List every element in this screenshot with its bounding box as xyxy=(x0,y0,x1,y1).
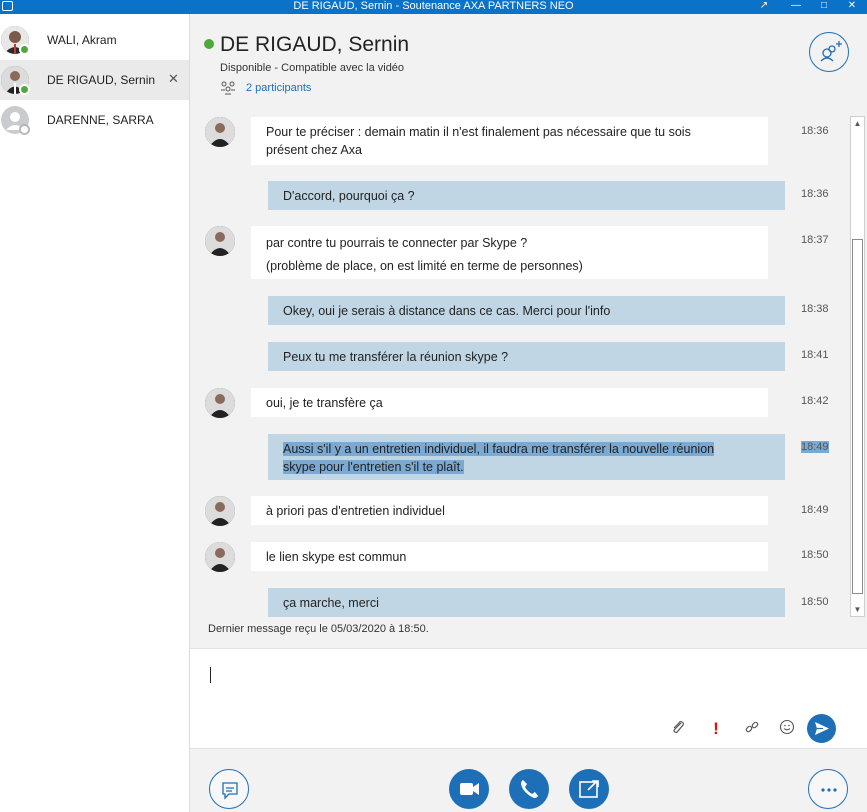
message-time: 18:50 xyxy=(801,549,829,561)
video-call-button[interactable] xyxy=(449,769,489,809)
presence-available-icon xyxy=(19,84,30,95)
more-options-button[interactable] xyxy=(808,769,848,809)
message-time: 18:36 xyxy=(801,125,829,137)
maximize-button[interactable]: □ xyxy=(818,0,830,12)
message-time: 18:38 xyxy=(801,303,829,315)
sender-avatar xyxy=(205,226,235,256)
message-bubble[interactable]: D'accord, pourquoi ça ? xyxy=(268,181,785,210)
close-conversation-icon[interactable]: ✕ xyxy=(168,71,179,87)
share-screen-button[interactable] xyxy=(569,769,609,809)
presence-available-icon xyxy=(19,44,30,55)
message-bubble[interactable]: oui, je te transfère ça xyxy=(251,388,768,417)
message-text: skype pour l'entretien s'il te plaît. xyxy=(283,460,464,474)
important-icon[interactable]: ! xyxy=(706,719,726,739)
presence-available-icon xyxy=(204,39,214,49)
message-time: 18:42 xyxy=(801,395,829,407)
present-icon xyxy=(579,780,599,798)
contact-de-rigaud[interactable]: DE RIGAUD, Sernin ✕ xyxy=(0,60,189,100)
message-time: 18:49 xyxy=(801,441,829,453)
message-bubble[interactable]: par contre tu pourrais te connecter par … xyxy=(251,226,768,279)
contact-wali[interactable]: WALI, Akram xyxy=(0,20,189,60)
contact-name: DARENNE, SARRA xyxy=(47,113,154,127)
add-people-button[interactable] xyxy=(809,32,849,72)
scroll-up-arrow-icon[interactable]: ▲ xyxy=(851,117,864,130)
emoticon-icon[interactable] xyxy=(777,719,797,739)
add-people-icon xyxy=(820,41,842,62)
message-time: 18:36 xyxy=(801,188,829,200)
message-bubble[interactable]: Okey, oui je serais à distance dans ce c… xyxy=(268,296,785,325)
contact-name: DE RIGAUD, Sernin xyxy=(47,73,156,87)
call-controls xyxy=(190,748,867,812)
message-bubble[interactable]: Pour te préciser : demain matin il n'est… xyxy=(251,117,768,165)
im-button[interactable] xyxy=(209,769,249,809)
link-icon[interactable] xyxy=(742,719,762,739)
message-text: présent chez Axa xyxy=(266,143,362,157)
scroll-thumb[interactable] xyxy=(852,239,863,594)
contact-darenne[interactable]: DARENNE, SARRA xyxy=(0,100,189,140)
message-text: Pour te préciser : demain matin il n'est… xyxy=(266,125,691,139)
audio-call-button[interactable] xyxy=(509,769,549,809)
presence-offline-icon xyxy=(19,124,30,135)
message-time: 18:37 xyxy=(801,234,829,246)
message-bubble[interactable]: ça marche, merci xyxy=(268,588,785,617)
conversation-pane: DE RIGAUD, Sernin Disponible - Compatibl… xyxy=(190,14,867,812)
message-text: D'accord, pourquoi ça ? xyxy=(283,189,415,203)
contact-title: DE RIGAUD, Sernin xyxy=(220,33,410,56)
send-button[interactable] xyxy=(807,714,836,743)
conversation-list: WALI, Akram DE RIGAUD, Sernin ✕ DARENNE,… xyxy=(0,14,190,812)
scroll-down-arrow-icon[interactable]: ▼ xyxy=(851,603,864,616)
message-text: Peux tu me transférer la réunion skype ? xyxy=(283,350,509,364)
participants-link[interactable]: 2 participants xyxy=(246,82,311,94)
window-title: DE RIGAUD, Sernin - Soutenance AXA PARTN… xyxy=(293,0,574,12)
message-text: (problème de place, on est limité en ter… xyxy=(266,259,583,273)
message-text: oui, je te transfère ça xyxy=(266,396,383,410)
message-time: 18:41 xyxy=(801,349,829,361)
video-camera-icon xyxy=(460,783,479,795)
message-text: par contre tu pourrais te connecter par … xyxy=(266,236,528,250)
compose-area[interactable]: ! xyxy=(190,648,867,748)
minimize-button[interactable]: — xyxy=(790,0,802,12)
message-text: le lien skype est commun xyxy=(266,550,407,564)
title-bar: DE RIGAUD, Sernin - Soutenance AXA PARTN… xyxy=(0,0,867,14)
message-bubble[interactable]: à priori pas d'entretien individuel xyxy=(251,496,768,525)
message-bubble[interactable]: Peux tu me transférer la réunion skype ? xyxy=(268,342,785,371)
more-icon xyxy=(821,788,837,792)
conversation-scrollbar[interactable]: ▲ ▼ xyxy=(850,116,865,617)
popout-icon[interactable]: ↗ xyxy=(758,0,770,12)
attach-icon[interactable] xyxy=(668,719,688,739)
message-text: à priori pas d'entretien individuel xyxy=(266,504,445,518)
message-text: Aussi s'il y a un entretien individuel, … xyxy=(283,442,715,456)
message-bubble-selected[interactable]: Aussi s'il y a un entretien individuel, … xyxy=(268,434,785,480)
contact-name: WALI, Akram xyxy=(47,33,117,47)
sender-avatar xyxy=(205,496,235,526)
phone-icon xyxy=(521,780,538,798)
sender-avatar xyxy=(205,388,235,418)
message-text: ça marche, merci xyxy=(283,596,379,610)
chat-icon xyxy=(222,782,238,800)
contact-status: Disponible - Compatible avec la vidéo xyxy=(220,62,405,74)
text-cursor xyxy=(210,667,211,683)
sender-avatar xyxy=(205,117,235,147)
message-text: Okey, oui je serais à distance dans ce c… xyxy=(283,304,611,318)
last-message-info: Dernier message reçu le 05/03/2020 à 18:… xyxy=(208,623,429,635)
message-time: 18:49 xyxy=(801,504,829,516)
message-bubble[interactable]: le lien skype est commun xyxy=(251,542,768,571)
participants-icon[interactable] xyxy=(220,81,236,95)
close-button[interactable]: ✕ xyxy=(846,0,858,12)
message-time: 18:50 xyxy=(801,596,829,608)
sender-avatar xyxy=(205,542,235,572)
send-icon xyxy=(815,722,829,735)
